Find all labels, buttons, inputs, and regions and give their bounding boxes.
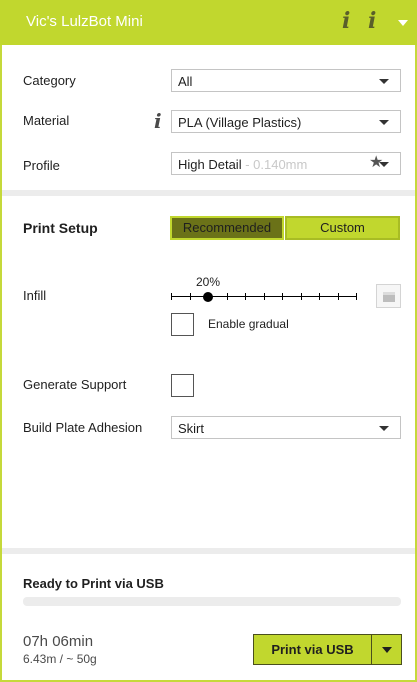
profile-name: High Detail	[178, 157, 242, 172]
print-status-text: Ready to Print via USB	[23, 576, 164, 591]
infill-label: Infill	[23, 288, 47, 303]
chevron-down-icon	[379, 162, 389, 167]
category-select[interactable]: All	[171, 69, 401, 92]
material-select[interactable]: PLA (Village Plastics)	[171, 110, 401, 133]
slider-track	[171, 296, 357, 297]
enable-gradual-label: Enable gradual	[208, 317, 289, 331]
tab-recommended[interactable]: Recommended	[170, 216, 284, 240]
chevron-down-icon	[379, 426, 389, 431]
category-label: Category	[23, 73, 76, 88]
profile-value: High Detail - 0.140mm	[178, 157, 307, 172]
profile-layer-height: - 0.140mm	[241, 157, 308, 172]
print-time: 07h 06min	[23, 633, 94, 650]
print-setup-title: Print Setup	[23, 220, 98, 236]
generate-support-checkbox[interactable]	[171, 374, 194, 397]
cube-icon	[383, 292, 395, 302]
print-via-usb-button[interactable]: Print via USB	[253, 634, 372, 665]
chevron-down-icon	[379, 79, 389, 84]
enable-gradual-checkbox[interactable]	[171, 313, 194, 336]
chevron-down-icon	[379, 120, 389, 125]
adhesion-select[interactable]: Skirt	[171, 416, 401, 439]
infill-percent: 20%	[196, 275, 221, 289]
adhesion-value: Skirt	[178, 421, 204, 436]
caret-down-icon[interactable]	[398, 20, 408, 26]
generate-support-label: Generate Support	[23, 377, 127, 392]
section-divider	[2, 548, 415, 554]
slider-handle[interactable]	[203, 292, 213, 302]
adhesion-label: Build Plate Adhesion	[23, 420, 143, 435]
infill-slider[interactable]	[171, 290, 357, 304]
printer-header[interactable]: Vic's LulzBot Mini i i	[0, 0, 417, 45]
info-icon[interactable]: i	[154, 109, 162, 133]
category-value: All	[178, 74, 193, 89]
material-usage: 6.43m / ~ 50g	[23, 652, 97, 666]
print-progress-bar	[23, 597, 401, 606]
info-icon[interactable]: i	[368, 8, 376, 34]
material-label: Material	[23, 113, 70, 128]
profile-select[interactable]: High Detail - 0.140mm ★	[171, 152, 401, 175]
print-options-dropdown[interactable]	[371, 634, 402, 665]
printer-name: Vic's LulzBot Mini	[26, 13, 143, 30]
tab-custom[interactable]: Custom	[285, 216, 400, 240]
infill-preset-button[interactable]	[376, 284, 401, 308]
material-value: PLA (Village Plastics)	[178, 115, 302, 130]
profile-label: Profile	[23, 158, 60, 173]
info-icon[interactable]: i	[342, 8, 350, 34]
chevron-down-icon	[382, 647, 392, 653]
section-divider	[2, 190, 415, 196]
